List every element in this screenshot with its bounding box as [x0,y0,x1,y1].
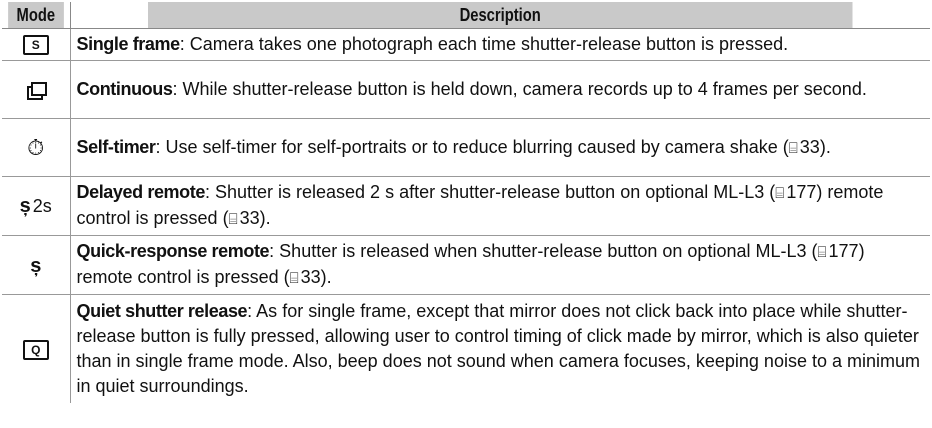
description-column-header: Description [147,2,853,29]
table-row: S Single frame: Camera takes one photogr… [2,28,930,61]
mode-description-end: ). [259,208,271,228]
mode-cell: ș [2,235,71,295]
mode-term: Delayed remote [76,182,206,202]
release-mode-table: Mode Description S Single frame: Camera … [2,2,930,403]
quiet-shutter-icon: Q [22,339,49,360]
page-reference-icon: ⌸ [788,139,798,157]
mode-description: : Camera takes one photograph each time … [179,34,789,54]
description-cell: Quick-response remote: Shutter is releas… [70,235,930,295]
mode-column-header: Mode [8,2,65,29]
mode-term: Quiet shutter release [76,300,248,321]
description-cell: Quiet shutter release: As for single fra… [70,295,930,403]
description-cell: Continuous: While shutter-release button… [70,60,930,119]
mode-term: Quick-response remote [76,241,270,261]
mode-cell: Q [2,294,71,403]
page-reference-icon: ⌸ [289,270,299,287]
page-reference: 177 [828,241,859,261]
continuous-icon [26,82,47,101]
mode-description-end: ). [320,267,332,287]
page-reference-icon: ⌸ [775,185,785,202]
page-reference: 177 [786,182,817,202]
mode-cell: S [2,28,71,61]
page-reference: 33 [300,267,321,287]
mode-description: : Shutter is released 2 s after shutter-… [204,182,776,202]
description-cell: Delayed remote: Shutter is released 2 s … [70,176,930,236]
self-timer-icon: ⏱ [27,135,45,161]
mode-description: : Shutter is released when shutter-relea… [269,241,818,261]
description-cell: Self-timer: Use self-timer for self-port… [70,118,930,177]
page-reference-icon: ⌸ [817,244,827,261]
table-row: Continuous: While shutter-release button… [2,60,930,119]
mode-term: Self-timer [76,136,156,157]
delay-label: 2s [32,195,52,216]
table-row: ș 2s Delayed remote: Shutter is released … [2,176,930,236]
single-frame-icon: S [22,35,49,56]
mode-description: : Use self-timer for self-portraits or t… [155,136,789,157]
page-reference-icon: ⌸ [228,211,238,228]
mode-description: : While shutter-release button is held d… [172,79,867,99]
mode-cell: ș 2s [2,176,71,236]
description-cell: Single frame: Camera takes one photograp… [70,28,930,61]
mode-cell: ⏱ [2,118,71,177]
quick-remote-icon: ș [30,254,42,277]
mode-term: Single frame [76,34,181,54]
mode-description-end: ). [819,136,831,157]
page-reference: 33 [239,208,260,228]
mode-cell [2,60,71,119]
mode-term: Continuous [76,79,173,99]
delayed-remote-icon: ș [19,195,31,218]
table-row: ⏱ Self-timer: Use self-timer for self-po… [2,118,930,177]
table-row: ș Quick-response remote: Shutter is rele… [2,235,930,295]
table-header-row: Mode Description [2,2,930,29]
table-row: Q Quiet shutter release: As for single f… [2,294,930,403]
page-reference: 33 [799,136,820,157]
